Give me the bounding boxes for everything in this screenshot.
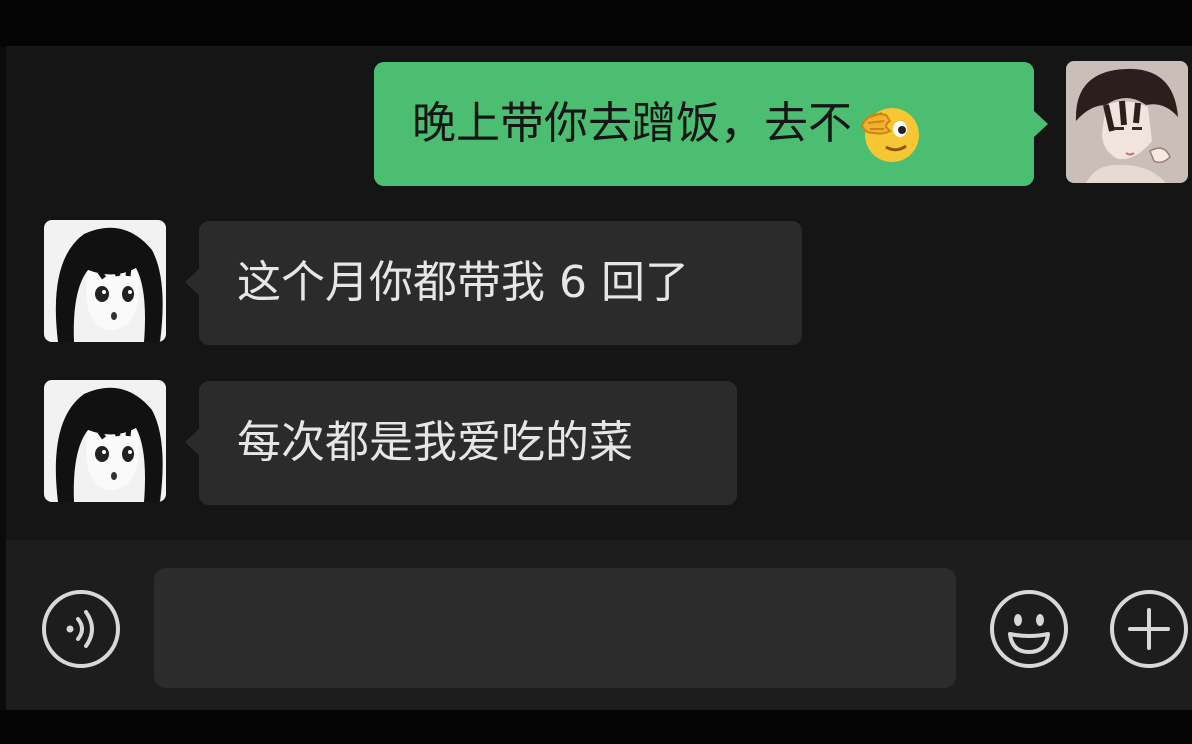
message-input[interactable] — [154, 568, 956, 688]
message-text: 这个月你都带我 6 回了 — [237, 257, 689, 308]
message-bubble-outgoing[interactable]: 晚上带你去蹭饭，去不 — [374, 62, 1034, 186]
bubble-tail — [185, 429, 199, 455]
message-text: 每次都是我爱吃的菜 — [237, 417, 633, 468]
message-bubble-incoming[interactable]: 每次都是我爱吃的菜 — [199, 381, 737, 505]
bottom-edge — [0, 710, 1192, 744]
message-text: 晚上带你去蹭饭，去不 — [412, 98, 852, 149]
message-bubble-incoming[interactable]: 这个月你都带我 6 回了 — [199, 221, 802, 345]
avatar-self[interactable] — [1066, 61, 1188, 183]
top-edge — [0, 0, 1192, 46]
bubble-tail — [185, 269, 199, 295]
voice-icon[interactable] — [40, 588, 122, 670]
plus-icon[interactable] — [1108, 588, 1190, 670]
smiley-icon[interactable] — [988, 588, 1070, 670]
face-hand-over-eye-emoji — [856, 89, 922, 162]
avatar-contact[interactable] — [44, 380, 166, 502]
avatar-contact[interactable] — [44, 220, 166, 342]
bubble-tail — [1034, 111, 1048, 137]
